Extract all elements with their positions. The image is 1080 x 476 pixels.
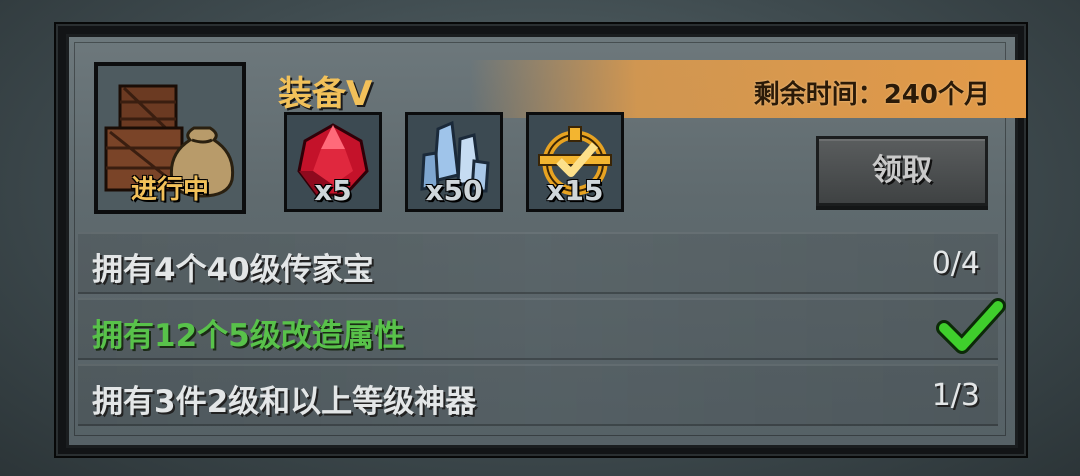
task-description: 拥有4个40级传家宝 <box>92 252 374 288</box>
reward-slot[interactable]: x50 <box>405 112 503 212</box>
reward-slot[interactable]: x5 <box>284 112 382 212</box>
claim-button[interactable]: 领取 <box>816 136 988 206</box>
task-row: 拥有3件2级和以上等级神器 1/3 <box>78 364 998 426</box>
checkmark-icon <box>936 298 1006 354</box>
task-progress: 1/3 <box>931 378 980 413</box>
reward-count: x15 <box>546 174 604 207</box>
task-description: 拥有12个5级改造属性 <box>92 318 405 354</box>
task-description: 拥有3件2级和以上等级神器 <box>92 384 477 420</box>
timer-banner: 剩余时间：240个月 <box>470 60 1026 118</box>
reward-count: x5 <box>314 174 352 207</box>
reward-count: x50 <box>425 174 483 207</box>
quest-title: 装备V <box>278 74 373 114</box>
quest-status-label: 进行中 <box>130 175 209 205</box>
quest-crate[interactable]: 进行中 <box>94 62 246 214</box>
reward-slot[interactable]: x15 <box>526 112 624 212</box>
remaining-time: 剩余时间：240个月 <box>753 80 990 110</box>
task-progress: 0/4 <box>931 246 980 281</box>
task-row: 拥有12个5级改造属性 <box>78 298 1006 360</box>
task-row: 拥有4个40级传家宝 0/4 <box>78 232 998 294</box>
